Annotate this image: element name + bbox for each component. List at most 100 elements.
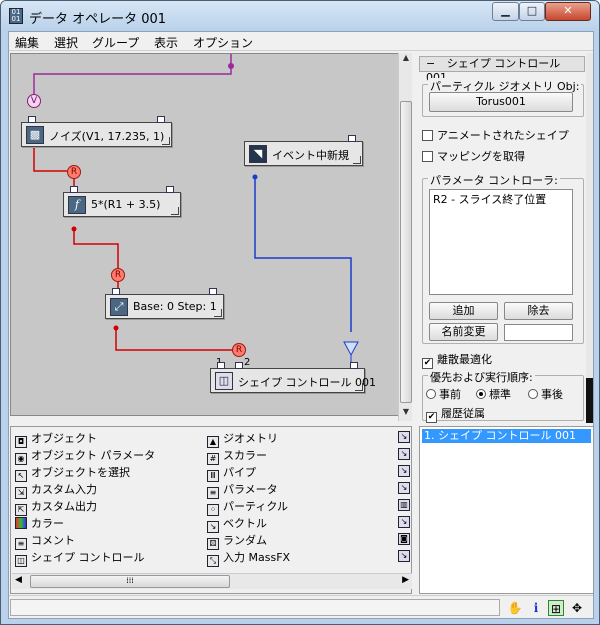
node-port[interactable] (166, 186, 174, 193)
node-port[interactable] (350, 362, 358, 369)
op-label: パーティクル (223, 500, 289, 513)
menu-view[interactable]: 表示 (154, 34, 178, 51)
op-particle[interactable]: ⁘ パーティクル (207, 498, 289, 516)
radio-circle[interactable] (426, 389, 436, 399)
pan-arrows-icon[interactable]: ✥ (569, 600, 585, 616)
op-select-object[interactable]: ↖ オブジェクトを選択 (15, 464, 130, 482)
radio-circle[interactable] (528, 389, 538, 399)
op-label: 入力 MassFX (223, 551, 291, 564)
extra-op-icon[interactable]: ↘ (398, 516, 410, 528)
node-base-step[interactable]: ⤢ Base: 0 Step: 1 (105, 288, 224, 319)
r-badge[interactable]: R (67, 165, 81, 179)
menu-group[interactable]: グループ (92, 34, 139, 51)
checkbox-box[interactable] (422, 151, 433, 162)
parameter-controller-list[interactable]: R2 - スライス終了位置 (429, 189, 573, 295)
add-button[interactable]: 追加 (429, 302, 498, 320)
resize-corner[interactable] (353, 156, 361, 164)
op-parameter[interactable]: ≡ パラメータ (207, 481, 278, 499)
node-port[interactable] (28, 116, 36, 123)
op-shape-control[interactable]: ◫ シェイプ コントロール (15, 549, 145, 567)
palette-horizontal-scrollbar[interactable]: ◀ ⁞⁞⁞ ▶ (12, 573, 412, 589)
node-label: イベント中新規 (272, 149, 349, 162)
event-list[interactable]: 1. シェイプ コントロール 001 (419, 426, 594, 594)
r-badge[interactable]: R (111, 268, 125, 282)
node-port[interactable] (70, 186, 78, 193)
extra-op-icon[interactable]: ↘ (398, 550, 410, 562)
extra-op-icon[interactable]: ▥ (398, 499, 410, 511)
rollout-header[interactable]: − シェイプ コントロール 001 (419, 56, 585, 84)
op-scalar[interactable]: # スカラー (207, 447, 267, 465)
node-port[interactable] (217, 362, 225, 369)
op-geometry[interactable]: ▲ ジオメトリ (207, 430, 278, 448)
list-item[interactable]: R2 - スライス終了位置 (430, 190, 572, 208)
resize-corner[interactable] (355, 383, 363, 391)
zoom-region-icon[interactable]: ⊞ (548, 600, 564, 616)
history-dependent-checkbox[interactable]: ✔ 履歴従属 (426, 405, 485, 423)
node-port[interactable] (112, 288, 120, 295)
node-event-new[interactable]: ◥ イベント中新規 (244, 135, 363, 166)
app-icon[interactable]: 01 01 (9, 8, 23, 24)
extra-op-icon[interactable]: ↘ (398, 431, 410, 443)
radio-before[interactable]: 事前 (426, 386, 461, 402)
scroll-down-arrow[interactable]: ▼ (399, 407, 413, 421)
op-object-params[interactable]: ◉ オブジェクト パラメータ (15, 447, 155, 465)
scroll-right-arrow[interactable]: ▶ (402, 575, 409, 585)
resize-corner[interactable] (171, 207, 179, 215)
scroll-up-arrow[interactable]: ▲ (399, 53, 413, 67)
r-badge[interactable]: R (232, 343, 246, 357)
menu-select[interactable]: 選択 (54, 34, 78, 51)
node-port[interactable] (209, 288, 217, 295)
close-button[interactable]: ✕ (545, 2, 591, 21)
checkbox-box[interactable] (422, 130, 433, 141)
resize-corner[interactable] (214, 309, 222, 317)
op-custom-output[interactable]: ⇱ カスタム出力 (15, 498, 97, 516)
minimize-button[interactable]: ▁ (492, 2, 519, 21)
scroll-thumb[interactable] (400, 101, 412, 403)
op-pipe[interactable]: Ⅲ パイプ (207, 464, 256, 482)
scroll-left-arrow[interactable]: ◀ (15, 575, 22, 585)
node-noise[interactable]: ▩ ノイズ(V1, 17.235, 1) (21, 116, 172, 147)
get-mapping-checkbox[interactable]: マッピングを取得 (422, 148, 525, 164)
op-color[interactable]: カラー (15, 515, 64, 531)
node-shape-control[interactable]: ◫ シェイプ コントロール 001 (210, 362, 376, 393)
op-input-massfx[interactable]: ⤡ 入力 MassFX (207, 549, 291, 567)
node-canvas[interactable]: V ▩ ノイズ(V1, 17.235, 1) ◥ イベント中新規 R f 5*(… (10, 53, 407, 416)
event-list-item[interactable]: 1. シェイプ コントロール 001 (422, 429, 591, 443)
resize-corner[interactable] (162, 137, 170, 145)
particle-object-button[interactable]: Torus001 (429, 92, 573, 112)
radio-standard[interactable]: 標準 (476, 386, 511, 402)
v-badge[interactable]: V (27, 94, 41, 108)
maximize-button[interactable]: □ (519, 2, 545, 21)
scroll-thumb[interactable]: ⁞⁞⁞ (30, 575, 230, 588)
canvas-vertical-scrollbar[interactable]: ▲ ▼ (398, 53, 412, 421)
node-expression[interactable]: f 5*(R1 + 3.5) (63, 186, 181, 217)
discrete-optimization-checkbox[interactable]: ✔ 離散最適化 (422, 351, 492, 369)
node-port[interactable] (348, 135, 356, 142)
node-port[interactable] (235, 362, 243, 369)
op-object[interactable]: ◘ オブジェクト (15, 430, 97, 448)
checkbox-box[interactable]: ✔ (422, 358, 433, 369)
node-port[interactable] (157, 116, 165, 123)
op-vector[interactable]: ↘ ベクトル (207, 515, 267, 533)
extra-op-icon[interactable]: ↘ (398, 482, 410, 494)
animated-shape-checkbox[interactable]: アニメートされたシェイプ (422, 127, 569, 143)
rename-button[interactable]: 名前変更 (429, 323, 498, 341)
extra-op-icon[interactable]: ↘ (398, 465, 410, 477)
op-random[interactable]: ⚄ ランダム (207, 532, 267, 550)
extra-op-icon[interactable]: ↘ (398, 448, 410, 460)
radio-after[interactable]: 事後 (528, 386, 563, 402)
menu-options[interactable]: オプション (193, 34, 253, 51)
remove-button[interactable]: 除去 (504, 302, 573, 320)
op-custom-input[interactable]: ⇲ カスタム入力 (15, 481, 97, 499)
extra-op-icon[interactable]: ◙ (398, 533, 410, 545)
rollout-toggle[interactable]: − (426, 57, 435, 70)
rename-input[interactable] (504, 324, 573, 341)
scroll-thumb[interactable] (586, 378, 593, 423)
radio-circle[interactable] (476, 389, 486, 399)
op-comment[interactable]: ≡ コメント (15, 532, 75, 550)
menu-edit[interactable]: 編集 (15, 34, 39, 51)
checkbox-box[interactable]: ✔ (426, 412, 437, 423)
info-icon[interactable]: i (528, 600, 544, 616)
pan-hand-icon[interactable]: ✋ (507, 600, 523, 616)
panel-scrollbar[interactable] (586, 53, 593, 423)
